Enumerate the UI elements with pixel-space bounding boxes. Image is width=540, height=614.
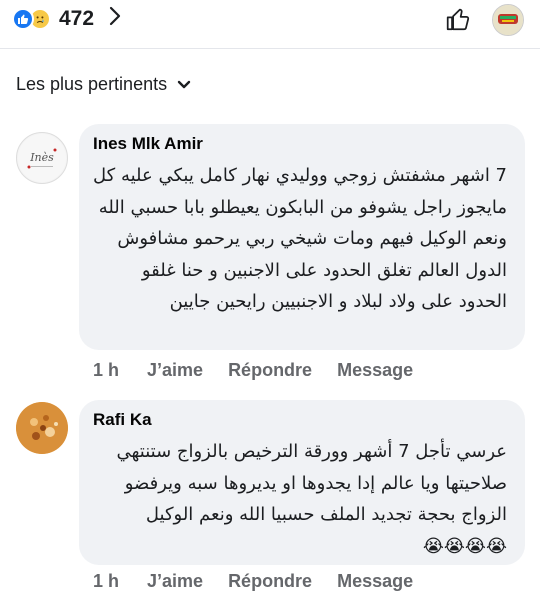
comment-actions: 1 h J’aime Répondre Message: [93, 360, 438, 381]
comment-text: عرسي تأجل 7 أشهر وورقة الترخيص بالزواج س…: [93, 436, 507, 562]
reply-button[interactable]: Répondre: [228, 571, 312, 592]
divider: [0, 48, 540, 49]
comment-time[interactable]: 1 h: [93, 360, 119, 381]
comment-author[interactable]: Ines Mlk Amir: [93, 134, 507, 154]
reactions-summary[interactable]: 472: [12, 6, 122, 31]
chevron-right-icon: [108, 6, 122, 31]
message-button[interactable]: Message: [337, 360, 413, 381]
comment-text-body: عرسي تأجل 7 أشهر وورقة الترخيص بالزواج س…: [116, 441, 507, 525]
avatar-text: Inès: [29, 151, 54, 164]
thumbs-up-icon: [12, 7, 34, 30]
comment-bubble: Rafi Ka عرسي تأجل 7 أشهر وورقة الترخيص ب…: [79, 400, 525, 565]
like-button[interactable]: J’aime: [147, 360, 203, 381]
reply-button[interactable]: Répondre: [228, 360, 312, 381]
avatar[interactable]: [492, 4, 524, 36]
sort-dropdown[interactable]: Les plus pertinents: [16, 74, 191, 95]
sort-label: Les plus pertinents: [16, 74, 168, 94]
comment-time[interactable]: 1 h: [93, 571, 119, 592]
message-button[interactable]: Message: [337, 571, 413, 592]
like-post-button[interactable]: [445, 6, 471, 37]
reaction-count: 472: [59, 6, 95, 30]
avatar[interactable]: Inès: [16, 132, 68, 184]
comment-text: 7 اشهر مشفتش زوجي ووليدي نهار كامل يبكي …: [93, 165, 507, 312]
comment-bubble: Ines Mlk Amir 7 اشهر مشفتش زوجي ووليدي ن…: [79, 124, 525, 350]
chevron-down-icon: [177, 74, 191, 95]
like-button[interactable]: J’aime: [147, 571, 203, 592]
comment-actions: 1 h J’aime Répondre Message: [93, 571, 438, 592]
comment-author[interactable]: Rafi Ka: [93, 410, 507, 430]
avatar[interactable]: [16, 402, 68, 454]
crying-face-icon: 😭😭😭😭: [422, 535, 507, 557]
reactions-bar: 472: [0, 0, 540, 42]
